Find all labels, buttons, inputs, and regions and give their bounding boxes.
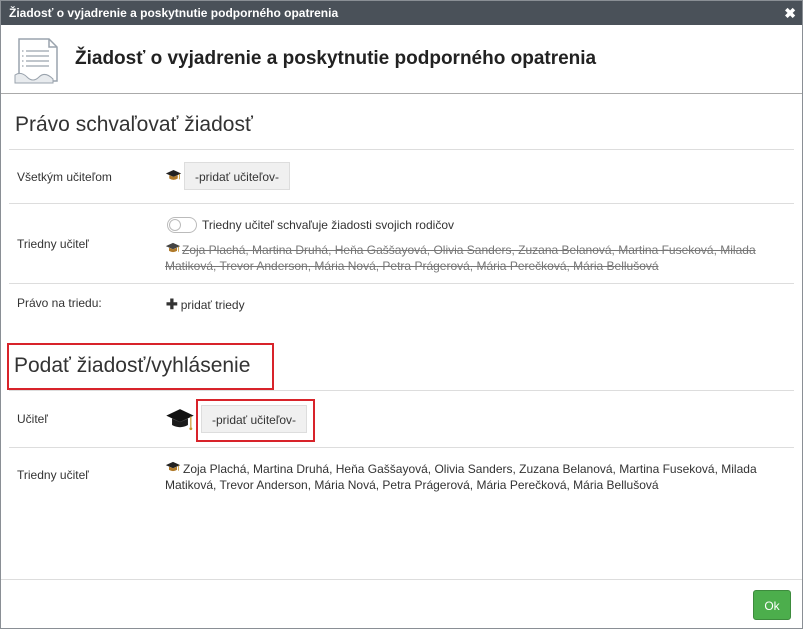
footer-divider [1,579,802,580]
teachers-line: Matiková, Trevor Anderson, Mária Nová, P… [165,259,659,273]
highlight-box [196,399,315,442]
class-teachers-list-struck: Zoja Plachá, Martina Druhá, Heňa Gaššayo… [165,242,775,274]
class-teacher-label: Triedny učiteľ [17,237,89,251]
class-right-label: Právo na triedu: [17,296,102,310]
teachers-line: Zoja Plachá, Martina Druhá, Heňa Gaššayo… [183,462,757,476]
ok-button[interactable]: Ok [753,590,791,620]
divider [9,149,794,150]
add-classes-link[interactable]: ✚ pridať triedy [166,296,245,313]
dialog-header: Žiadosť o vyjadrenie a poskytnutie podpo… [1,25,802,94]
plus-icon: ✚ [166,296,178,312]
add-teachers-button[interactable]: -pridať učiteľov- [184,162,290,190]
approve-parents-toggle-label: Triedny učiteľ schvaľuje žiadosti svojic… [202,218,454,232]
document-icon [14,38,58,84]
approve-parents-toggle[interactable] [167,217,197,233]
graduation-cap-icon [166,409,194,431]
teacher-label: Učiteľ [17,412,48,426]
page-title: Žiadosť o vyjadrenie a poskytnutie podpo… [75,48,597,69]
toggle-knob [169,219,181,231]
dialog-titlebar: Žiadosť o vyjadrenie a poskytnutie podpo… [1,1,802,25]
dialog-window: Žiadosť o vyjadrenie a poskytnutie podpo… [0,0,803,629]
teachers-line: Matiková, Trevor Anderson, Mária Nová, P… [165,478,659,492]
approval-section-title: Právo schvaľovať žiadosť [15,113,253,136]
close-icon[interactable]: ✖ [784,1,796,25]
class-teachers-list: Zoja Plachá, Martina Druhá, Heňa Gaššayo… [165,461,775,493]
class-teacher-label: Triedny učiteľ [17,468,89,482]
graduation-cap-icon [165,170,182,180]
dialog-title: Žiadosť o vyjadrenie a poskytnutie podpo… [9,6,339,20]
teachers-line: Zoja Plachá, Martina Druhá, Heňa Gaššayo… [182,243,756,257]
divider [9,447,794,448]
add-classes-label: pridať triedy [180,298,245,312]
divider [9,203,794,204]
divider [9,390,794,391]
highlight-box [7,343,274,390]
divider [9,283,794,284]
all-teachers-label: Všetkým učiteľom [17,170,112,184]
